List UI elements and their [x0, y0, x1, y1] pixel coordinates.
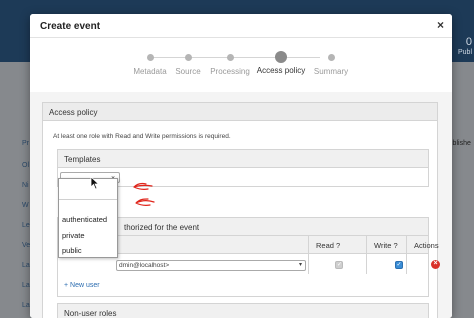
dropdown-option[interactable]: public — [59, 243, 117, 257]
modal-title: Create event — [40, 21, 101, 32]
create-event-modal: Create event × Metadata Source Processin… — [30, 14, 452, 318]
template-dropdown-list: authenticated private public — [58, 178, 118, 258]
column-read: Read ? — [316, 241, 341, 250]
step-dot-icon — [327, 54, 335, 61]
non-user-roles-section: Non-user roles — [57, 303, 429, 318]
user-select-value: dmin@localhost> — [119, 262, 170, 269]
close-icon[interactable]: × — [437, 19, 444, 31]
dropdown-option[interactable]: private — [59, 228, 117, 242]
step-dot-icon — [226, 54, 234, 61]
column-divider — [366, 236, 367, 274]
column-divider — [406, 236, 407, 274]
header-count: 0 — [465, 36, 472, 48]
step-label: Summary — [313, 67, 349, 76]
app-left-column — [0, 62, 30, 318]
step-dot-icon — [275, 51, 287, 63]
dropdown-option[interactable] — [59, 180, 117, 198]
new-user-link[interactable]: + New user — [64, 282, 100, 289]
dropdown-separator — [59, 199, 117, 200]
step-dot-icon — [146, 54, 154, 61]
modal-header: Create event × — [30, 14, 452, 38]
column-write: Write ? — [374, 241, 398, 250]
mouse-cursor-icon — [90, 176, 100, 190]
templates-heading: Templates — [58, 150, 428, 168]
user-select[interactable]: dmin@localhost> ▾ — [116, 260, 306, 271]
column-actions: Actions — [414, 241, 439, 250]
remove-icon[interactable]: × — [431, 260, 440, 269]
chevron-down-icon: ▾ — [298, 262, 302, 268]
info-text: At least one role with Read and Write pe… — [53, 133, 231, 140]
step-summary[interactable]: Summary — [301, 39, 361, 76]
non-user-roles-heading: Non-user roles — [58, 304, 428, 318]
annotation-arrows-icon — [133, 182, 155, 206]
header-label: Publ — [457, 49, 472, 56]
dropdown-option[interactable]: authenticated — [59, 212, 117, 226]
column-divider — [308, 236, 309, 274]
step-dot-icon — [184, 54, 192, 61]
write-checkbox[interactable]: ✓ — [395, 261, 403, 269]
panel-heading: Access policy — [43, 103, 437, 121]
wizard-steps: Metadata Source Processing Access policy… — [30, 39, 452, 89]
read-checkbox[interactable] — [335, 261, 343, 269]
